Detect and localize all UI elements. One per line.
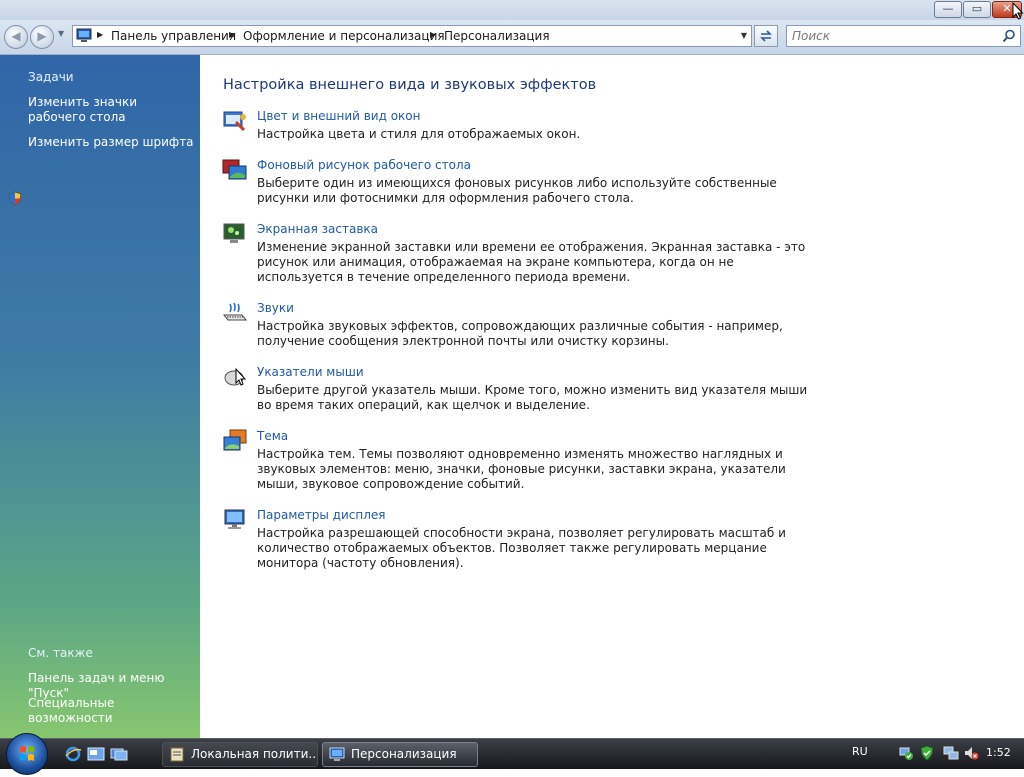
refresh-button[interactable] (754, 25, 778, 47)
windows-logo-icon (20, 746, 34, 761)
breadcrumb-separator-icon: ▶ (97, 30, 104, 39)
theme-description: Настройка тем. Темы позволяют одновремен… (257, 447, 786, 491)
mouse-pointer-icon (224, 367, 247, 386)
taskbar-button-local-policy[interactable]: Локальная полити... (162, 742, 318, 767)
address-dropdown-icon[interactable]: ▼ (741, 31, 747, 40)
sounds-description: Настройка звуковых эффектов, сопровождаю… (257, 319, 783, 348)
breadcrumb-appearance[interactable]: Оформление и персонализация (243, 29, 445, 43)
accessibility-link[interactable]: Специальные возможности (28, 696, 200, 726)
page-title: Настройка внешнего вида и звуковых эффек… (223, 77, 597, 93)
mouse-pointers-link[interactable]: Указатели мыши (257, 365, 364, 379)
screensaver-description: Изменение экранной заставки или времени … (257, 240, 806, 284)
start-button[interactable] (6, 733, 48, 775)
search-icon[interactable] (1002, 29, 1016, 43)
control-panel-icon (76, 28, 92, 42)
volume-muted-icon[interactable] (963, 745, 979, 761)
minimize-button[interactable]: — (934, 1, 962, 18)
breadcrumb-separator-icon: ▶ (229, 30, 236, 39)
system-clock[interactable]: 1:52 (986, 746, 1011, 759)
personalization-window-icon (329, 747, 345, 761)
change-font-size-link[interactable]: Изменить размер шрифта (28, 135, 194, 150)
taskbar-button-personalization[interactable]: Персонализация (322, 742, 478, 767)
change-desktop-icons-link[interactable]: Изменить значки рабочего стола (28, 95, 188, 125)
window-color-description: Настройка цвета и стиля для отображаемых… (257, 127, 581, 141)
screensaver-icon (223, 223, 245, 243)
breadcrumb-separator-icon: ▶ (430, 30, 437, 39)
desktop-background-icon (222, 159, 247, 180)
mouse-cursor-icon (1012, 2, 1024, 20)
mouse-pointers-description: Выберите другой указатель мыши. Кроме то… (257, 383, 808, 412)
back-button[interactable]: ◀ (4, 25, 28, 49)
breadcrumb-personalization[interactable]: Персонализация (444, 29, 550, 43)
policy-editor-icon (170, 747, 184, 762)
network-status-icon[interactable] (898, 745, 914, 761)
sounds-link[interactable]: Звуки (257, 301, 294, 315)
taskbar: Локальная полити... Персонализация RU 1:… (0, 733, 1024, 775)
internet-explorer-icon[interactable] (64, 746, 82, 762)
theme-icon (223, 429, 247, 451)
recent-pages-dropdown-icon[interactable]: ▼ (58, 29, 64, 38)
switch-windows-icon[interactable] (110, 746, 128, 762)
search-box[interactable]: Поиск (786, 25, 1021, 47)
window-color-link[interactable]: Цвет и внешний вид окон (257, 109, 421, 123)
forward-button[interactable]: ▶ (30, 25, 54, 49)
security-center-icon[interactable] (919, 745, 935, 761)
uac-shield-icon (8, 191, 22, 206)
desktop-background-description: Выберите один из имеющихся фоновых рисун… (257, 176, 777, 205)
desktop-background-link[interactable]: Фоновый рисунок рабочего стола (257, 158, 471, 172)
see-also-heading: См. также (28, 646, 93, 660)
theme-link[interactable]: Тема (257, 429, 288, 443)
breadcrumb-control-panel[interactable]: Панель управления (111, 29, 236, 43)
tasks-heading: Задачи (28, 70, 74, 84)
display-settings-icon (224, 509, 245, 529)
task-pane: Задачи Изменить значки рабочего стола Из… (0, 55, 200, 738)
taskbar-button-label: Локальная полити... (191, 747, 318, 761)
title-bar: — ▭ ✕ (0, 0, 1024, 20)
show-desktop-icon[interactable] (87, 746, 105, 762)
display-settings-description: Настройка разрешающей способности экрана… (257, 526, 786, 570)
refresh-icon (760, 30, 772, 42)
address-bar[interactable]: ▶ Панель управления ▶ Оформление и персо… (72, 25, 752, 47)
window-color-icon (223, 111, 246, 132)
screensaver-link[interactable]: Экранная заставка (257, 222, 378, 236)
search-placeholder: Поиск (792, 29, 831, 43)
network-connections-icon[interactable] (943, 745, 959, 761)
display-settings-link[interactable]: Параметры дисплея (257, 508, 386, 522)
main-content: Настройка внешнего вида и звуковых эффек… (200, 55, 1024, 738)
language-indicator[interactable]: RU (852, 745, 868, 758)
maximize-button[interactable]: ▭ (963, 1, 991, 18)
sounds-icon (222, 302, 248, 321)
taskbar-button-label: Персонализация (351, 747, 457, 761)
